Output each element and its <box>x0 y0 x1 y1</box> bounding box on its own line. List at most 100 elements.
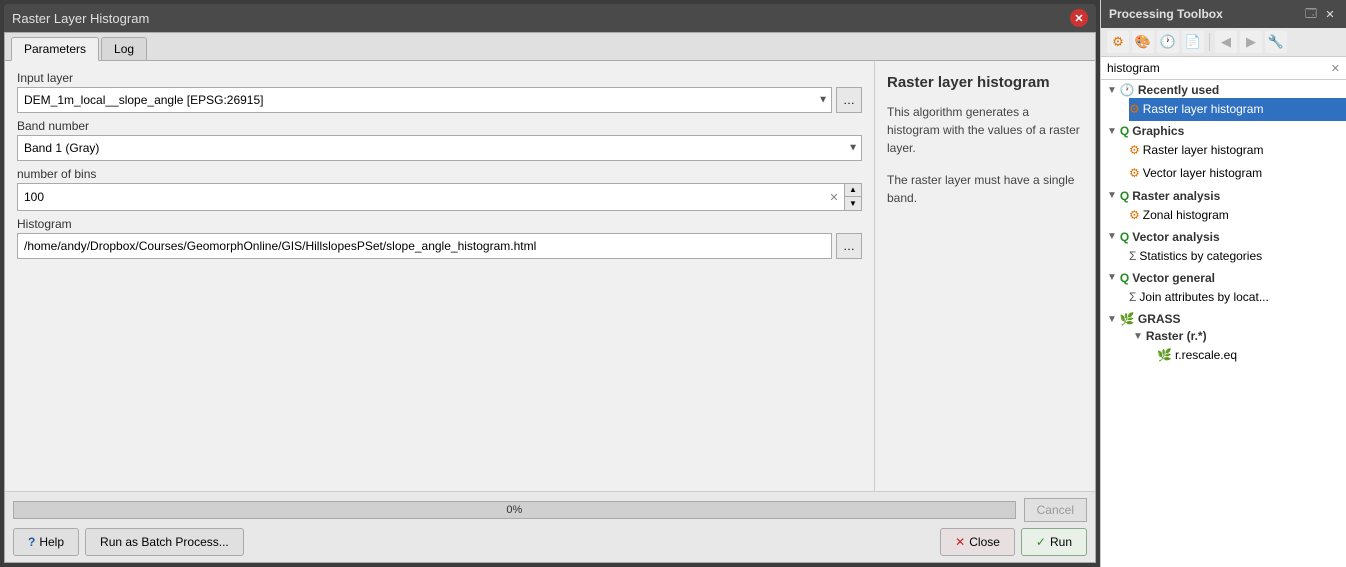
vector-analysis-label: Vector analysis <box>1132 230 1219 244</box>
close-label: Close <box>969 535 1000 549</box>
graphics-children: ⚙ Raster layer histogram ⚙ Vector layer … <box>1101 139 1346 185</box>
raster-r-children: 🌿 r.rescale.eq <box>1115 344 1346 367</box>
toolbar-back-icon: ◀ <box>1221 34 1231 50</box>
toolbar-palette-icon: 🎨 <box>1135 34 1151 50</box>
bins-decrement-button[interactable]: ▼ <box>845 197 861 210</box>
vector-general-expand-icon: ▼ <box>1107 272 1117 283</box>
raster-analysis-q-icon: Q <box>1120 189 1129 203</box>
toolbar-back-button[interactable]: ◀ <box>1215 31 1237 53</box>
band-number-row: Band 1 (Gray) ▼ <box>17 135 862 161</box>
vector-layer-histogram-label: Vector layer histogram <box>1143 164 1262 183</box>
vector-general-q-icon: Q <box>1120 271 1129 285</box>
close-button[interactable]: ✕ Close <box>940 528 1015 556</box>
raster-histogram-recent-gear-icon: ⚙ <box>1129 100 1140 119</box>
dialog-titlebar: Raster Layer Histogram ✕ <box>4 4 1096 32</box>
input-layer-label: Input layer <box>17 71 862 85</box>
raster-layer-histogram-recent-item[interactable]: ⚙ Raster layer histogram <box>1129 98 1346 121</box>
bins-input[interactable] <box>18 184 824 210</box>
toolbox-header-icons: 🗔 ✕ <box>1303 6 1338 22</box>
toolbox-restore-icon[interactable]: 🗔 <box>1303 6 1319 22</box>
toolbar-forward-icon: ▶ <box>1246 34 1256 50</box>
vector-layer-histogram-item[interactable]: ⚙ Vector layer histogram <box>1129 162 1346 185</box>
bins-label: number of bins <box>17 167 862 181</box>
graphics-group[interactable]: ▼ Q Graphics <box>1101 121 1346 139</box>
grass-group[interactable]: ▼ 🌿 GRASS <box>1101 309 1346 327</box>
grass-children: ▼ Raster (r.*) 🌿 r.rescale.eq <box>1101 327 1346 367</box>
vector-general-group[interactable]: ▼ Q Vector general <box>1101 268 1346 286</box>
statistics-by-categories-label: Statistics by categories <box>1139 247 1262 266</box>
close-x-icon: ✕ <box>955 535 965 549</box>
r-rescale-eq-item[interactable]: 🌿 r.rescale.eq <box>1157 344 1346 367</box>
run-label: Run <box>1050 535 1072 549</box>
r-rescale-eq-grass-icon: 🌿 <box>1157 346 1172 365</box>
bins-section: number of bins ✕ ▲ ▼ <box>17 167 862 211</box>
search-input[interactable] <box>1107 61 1327 75</box>
dialog-body: Parameters Log Input layer DEM_1m_local_… <box>4 32 1096 563</box>
raster-analysis-label: Raster analysis <box>1132 189 1220 203</box>
toolbar-wrench-button[interactable]: 🔧 <box>1265 31 1287 53</box>
histogram-path-input[interactable] <box>17 233 832 259</box>
histogram-row: … <box>17 233 862 259</box>
vector-analysis-expand-icon: ▼ <box>1107 231 1117 242</box>
vector-analysis-group[interactable]: ▼ Q Vector analysis <box>1101 227 1346 245</box>
toolbar-history-button[interactable]: 🕐 <box>1157 31 1179 53</box>
raster-analysis-group[interactable]: ▼ Q Raster analysis <box>1101 186 1346 204</box>
join-attributes-item[interactable]: Σ Join attributes by locat... <box>1129 286 1346 309</box>
recently-used-label: Recently used <box>1138 83 1219 97</box>
left-buttons: ? Help Run as Batch Process... <box>13 528 244 556</box>
bins-row: ✕ ▲ ▼ <box>17 183 862 211</box>
input-layer-select-wrapper: DEM_1m_local__slope_angle [EPSG:26915] ▼ <box>17 87 832 113</box>
statistics-by-categories-item[interactable]: Σ Statistics by categories <box>1129 245 1346 268</box>
grass-expand-icon: ▼ <box>1107 314 1117 325</box>
dialog-close-button[interactable]: ✕ <box>1070 9 1088 27</box>
recently-used-children: ⚙ Raster layer histogram <box>1101 98 1346 121</box>
toolbox-close-icon[interactable]: ✕ <box>1322 6 1338 22</box>
zonal-histogram-item[interactable]: ⚙ Zonal histogram <box>1129 204 1346 227</box>
cancel-button[interactable]: Cancel <box>1024 498 1087 522</box>
vector-general-children: Σ Join attributes by locat... <box>1101 286 1346 309</box>
toolbar-palette-button[interactable]: 🎨 <box>1132 31 1154 53</box>
vector-analysis-q-icon: Q <box>1120 230 1129 244</box>
raster-r-subgroup[interactable]: ▼ Raster (r.*) <box>1115 327 1346 344</box>
batch-button[interactable]: Run as Batch Process... <box>85 528 244 556</box>
raster-layer-histogram-graphics-item[interactable]: ⚙ Raster layer histogram <box>1129 139 1346 162</box>
bins-clear-button[interactable]: ✕ <box>824 184 844 210</box>
vector-analysis-children: Σ Statistics by categories <box>1101 245 1346 268</box>
recently-used-group[interactable]: ▼ 🕐 Recently used <box>1101 80 1346 98</box>
content-area: Input layer DEM_1m_local__slope_angle [E… <box>5 61 1095 491</box>
tab-log[interactable]: Log <box>101 37 147 60</box>
toolbar-document-button[interactable]: 📄 <box>1182 31 1204 53</box>
tab-parameters[interactable]: Parameters <box>11 37 99 61</box>
graphics-label: Graphics <box>1132 124 1184 138</box>
histogram-label: Histogram <box>17 217 862 231</box>
bins-spinners: ▲ ▼ <box>844 184 861 210</box>
search-bar: ✕ <box>1101 57 1346 80</box>
help-icon: ? <box>28 535 35 549</box>
tab-bar: Parameters Log <box>5 33 1095 61</box>
bins-increment-button[interactable]: ▲ <box>845 184 861 197</box>
input-layer-browse-button[interactable]: … <box>836 87 862 113</box>
band-number-section: Band number Band 1 (Gray) ▼ <box>17 119 862 161</box>
right-buttons: ✕ Close ✓ Run <box>940 528 1087 556</box>
progress-bar-container: 0% <box>13 501 1016 519</box>
join-attributes-sigma-icon: Σ <box>1129 288 1136 307</box>
bottom-bar: 0% Cancel ? Help Run as Batch Process...… <box>5 491 1095 562</box>
graphics-q-icon: Q <box>1120 124 1129 138</box>
action-buttons: ? Help Run as Batch Process... ✕ Close ✓… <box>13 528 1087 556</box>
input-layer-select[interactable]: DEM_1m_local__slope_angle [EPSG:26915] <box>17 87 832 113</box>
search-clear-icon[interactable]: ✕ <box>1331 62 1340 75</box>
toolbar-gear-button[interactable]: ⚙ <box>1107 31 1129 53</box>
description-paragraph1: This algorithm generates a histogram wit… <box>887 103 1083 157</box>
raster-r-label: Raster (r.*) <box>1146 329 1207 343</box>
run-button[interactable]: ✓ Run <box>1021 528 1087 556</box>
input-layer-section: Input layer DEM_1m_local__slope_angle [E… <box>17 71 862 113</box>
band-number-select[interactable]: Band 1 (Gray) <box>17 135 862 161</box>
progress-label: 0% <box>506 504 522 516</box>
histogram-browse-button[interactable]: … <box>836 233 862 259</box>
zonal-histogram-gear-icon: ⚙ <box>1129 206 1140 225</box>
help-button[interactable]: ? Help <box>13 528 79 556</box>
description-panel: Raster layer histogram This algorithm ge… <box>875 61 1095 491</box>
histogram-section: Histogram … <box>17 217 862 259</box>
toolbar-forward-button[interactable]: ▶ <box>1240 31 1262 53</box>
band-number-select-wrapper: Band 1 (Gray) ▼ <box>17 135 862 161</box>
